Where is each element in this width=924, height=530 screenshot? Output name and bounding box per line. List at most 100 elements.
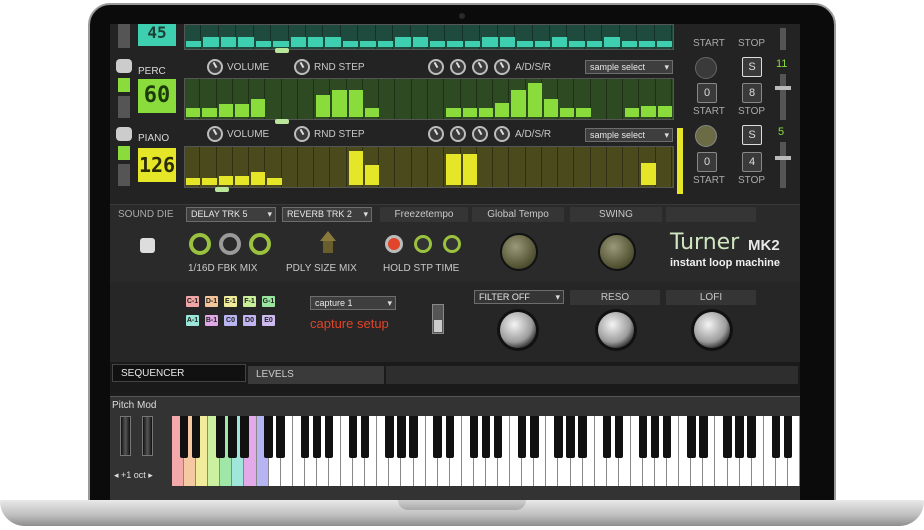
sequencer-step-bar[interactable] <box>395 37 411 47</box>
track-1-value[interactable]: 60 <box>138 79 176 113</box>
sequencer-step-bar[interactable] <box>625 108 640 117</box>
capture-note-b-1[interactable]: B-1 <box>205 315 218 326</box>
sequencer-step-bar[interactable] <box>251 99 266 117</box>
sequencer-step-bar[interactable] <box>462 154 477 185</box>
sequencer-step-bar[interactable] <box>348 90 363 117</box>
sequencer-step-bar[interactable] <box>586 41 603 47</box>
sound-die-icon[interactable] <box>140 238 155 253</box>
sequencer-step-cell[interactable] <box>380 147 396 187</box>
sequencer-step-bar[interactable] <box>255 41 272 47</box>
sequencer-step-bar[interactable] <box>364 108 380 117</box>
track-1-sequencer[interactable] <box>184 78 674 120</box>
sequencer-step-bar[interactable] <box>499 37 516 47</box>
piano-black-key[interactable] <box>179 416 189 458</box>
global-tempo-knob[interactable] <box>500 233 538 271</box>
capture-note-e0[interactable]: E0 <box>262 315 275 326</box>
piano-black-key[interactable] <box>771 416 781 458</box>
sequencer-step-bar[interactable] <box>511 90 526 117</box>
filter-select[interactable]: FILTER OFF <box>474 290 564 304</box>
piano-black-key[interactable] <box>469 416 479 458</box>
track-2-dice-icon[interactable] <box>116 127 132 141</box>
piano-black-key[interactable] <box>566 416 575 458</box>
capture-toggle-thumb[interactable] <box>434 320 442 332</box>
sequencer-step-bar[interactable] <box>234 104 250 117</box>
freeze-step-knob[interactable] <box>414 235 432 253</box>
track-2-volume-knob[interactable] <box>207 126 223 142</box>
track-1-rnd-knob[interactable] <box>294 59 310 75</box>
reso-knob[interactable] <box>598 312 634 348</box>
sequencer-step-bar[interactable] <box>447 41 463 47</box>
sequencer-step-cell[interactable] <box>429 147 445 187</box>
track-0-sequencer[interactable] <box>184 24 674 50</box>
sequencer-step-bar[interactable] <box>412 37 428 47</box>
piano-black-key[interactable] <box>662 416 672 458</box>
sequencer-step-bar[interactable] <box>364 165 380 185</box>
capture-note-c-1[interactable]: C-1 <box>186 296 199 307</box>
sequencer-step-cell[interactable] <box>527 147 542 187</box>
track-1-sample-select[interactable]: sample select <box>585 60 673 74</box>
sequencer-step-cell[interactable] <box>478 147 494 187</box>
sequencer-step-cell[interactable] <box>543 147 559 187</box>
sequencer-step-cell[interactable] <box>624 147 640 187</box>
sequencer-step-bar[interactable] <box>639 41 655 47</box>
piano-black-key[interactable] <box>264 416 273 458</box>
sequencer-step-cell[interactable] <box>429 79 445 119</box>
piano-black-key[interactable] <box>216 416 225 458</box>
sequencer-step-bar[interactable] <box>569 41 585 47</box>
capture-note-d-1[interactable]: D-1 <box>205 296 218 307</box>
sequencer-step-bar[interactable] <box>186 177 201 185</box>
sequencer-step-cell[interactable] <box>396 79 412 119</box>
piano-black-key[interactable] <box>385 416 394 458</box>
sequencer-step-cell[interactable] <box>380 79 396 119</box>
track-2-sustain-knob[interactable] <box>472 126 488 142</box>
track-1-decay-knob[interactable] <box>450 59 466 75</box>
sequencer-step-bar[interactable] <box>218 176 233 185</box>
filter-knob[interactable] <box>500 312 536 348</box>
sequencer-step-bar[interactable] <box>446 108 461 117</box>
sequencer-step-cell[interactable] <box>592 79 607 119</box>
swing-knob[interactable] <box>598 233 636 271</box>
track-2-decay-knob[interactable] <box>450 126 466 142</box>
sequencer-step-cell[interactable] <box>657 147 672 187</box>
sequencer-step-cell[interactable] <box>283 147 298 187</box>
piano-black-key[interactable] <box>699 416 708 458</box>
sequencer-step-bar[interactable] <box>360 41 376 47</box>
piano-black-key[interactable] <box>312 416 322 458</box>
piano-black-key[interactable] <box>481 416 491 458</box>
track-2-level-slider[interactable] <box>780 142 786 188</box>
sequencer-step-bar[interactable] <box>377 41 394 47</box>
sequencer-step-bar[interactable] <box>517 41 533 47</box>
sequencer-step-bar[interactable] <box>251 172 266 185</box>
sequencer-step-bar[interactable] <box>308 37 324 47</box>
sequencer-step-cell[interactable] <box>494 147 510 187</box>
piano-black-key[interactable] <box>747 416 756 458</box>
piano-black-key[interactable] <box>493 416 503 458</box>
sequencer-step-bar[interactable] <box>478 108 494 117</box>
piano-black-key[interactable] <box>409 416 418 458</box>
sequencer-step-bar[interactable] <box>527 82 542 117</box>
sequencer-step-cell[interactable] <box>510 147 526 187</box>
piano-black-key[interactable] <box>228 416 237 458</box>
track-2-value[interactable]: 126 <box>138 148 176 182</box>
piano-black-key[interactable] <box>191 416 201 458</box>
sequencer-step-cell[interactable] <box>315 147 331 187</box>
track-2-s-button[interactable]: S <box>742 125 762 145</box>
track-1-mute[interactable] <box>118 78 130 92</box>
track-1-solo[interactable] <box>118 96 130 118</box>
piano-black-key[interactable] <box>650 416 660 458</box>
sequencer-step-cell[interactable] <box>592 147 607 187</box>
piano-black-key[interactable] <box>348 416 358 458</box>
track-1-dice-icon[interactable] <box>116 59 132 73</box>
track-1-level-thumb[interactable] <box>775 86 791 90</box>
track-0-value[interactable]: 45 <box>138 24 176 46</box>
sequencer-step-bar[interactable] <box>234 176 250 185</box>
tab-levels[interactable]: LEVELS <box>248 366 384 384</box>
sequencer-step-bar[interactable] <box>534 41 550 47</box>
track-2-sequencer[interactable] <box>184 146 674 188</box>
sequencer-step-bar[interactable] <box>430 41 446 47</box>
sequencer-step-bar[interactable] <box>552 37 568 47</box>
sequencer-step-bar[interactable] <box>267 177 282 185</box>
sequencer-step-bar[interactable] <box>495 102 510 117</box>
delay-mix-knob[interactable] <box>249 233 271 255</box>
track-1-stop-value[interactable]: 8 <box>742 83 762 103</box>
